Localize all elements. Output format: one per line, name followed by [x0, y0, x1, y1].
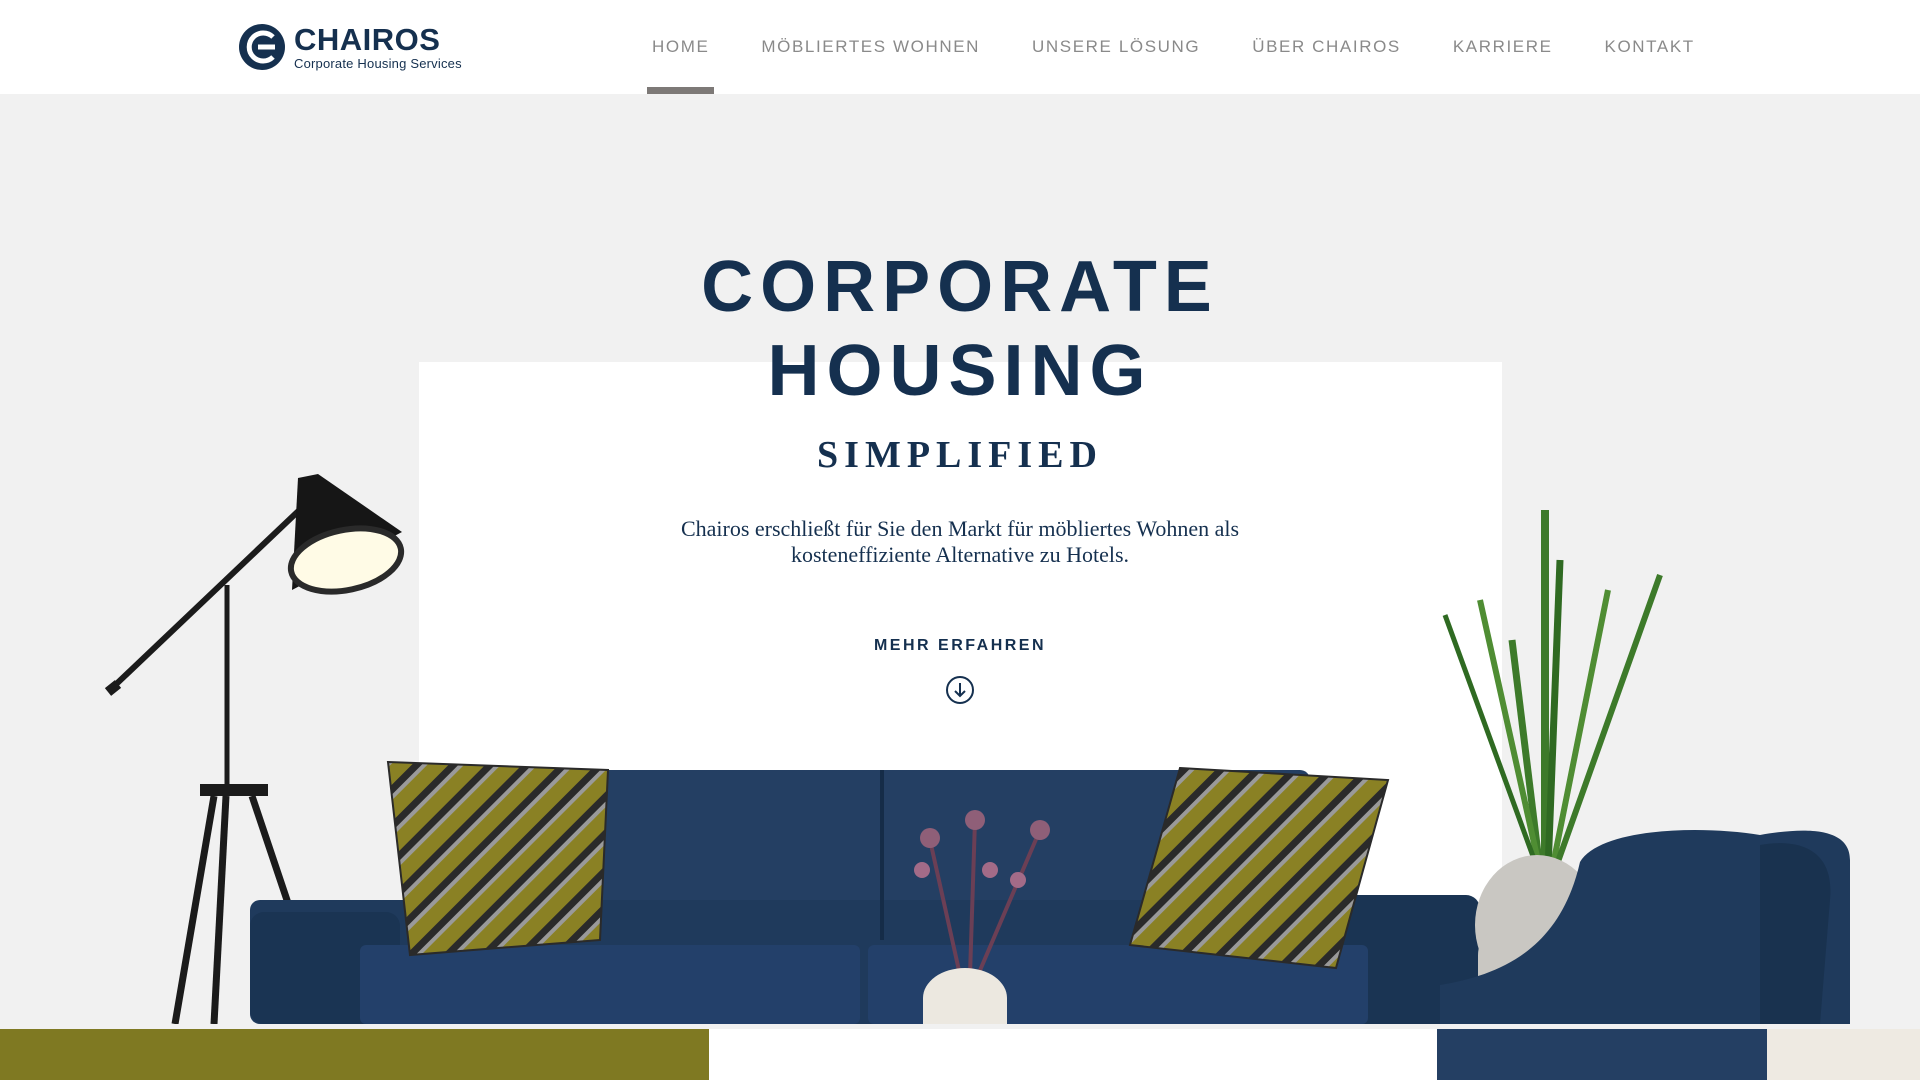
hero-title-line1: CORPORATE [701, 247, 1219, 327]
brand-logo[interactable]: CHAIROS Corporate Housing Services [238, 22, 462, 72]
cta-block: MEHR ERFAHREN [0, 637, 1920, 704]
site-header: CHAIROS Corporate Housing Services HOME … [0, 0, 1920, 94]
nav-item-kontakt[interactable]: KONTAKT [1603, 0, 1697, 94]
feature-tile-navy [1437, 1029, 1920, 1080]
hero-description: Chairos erschließt für Sie den Markt für… [680, 516, 1240, 567]
hero-title-line2: HOUSING [767, 331, 1153, 411]
feature-tile-image [1437, 1029, 1920, 1080]
main-nav: HOME MÖBLIERTES WOHNEN UNSERE LÖSUNG ÜBE… [646, 0, 1745, 94]
brand-tagline: Corporate Housing Services [294, 56, 462, 71]
arrow-down-circle-icon[interactable] [945, 675, 975, 705]
mehr-erfahren-link[interactable]: MEHR ERFAHREN [874, 637, 1046, 655]
nav-item-home[interactable]: HOME [646, 0, 715, 94]
hero-subtitle: SIMPLIFIED [817, 434, 1103, 476]
brand-name: CHAIROS [294, 22, 441, 57]
feature-tile-white [709, 1029, 1437, 1080]
floor-lamp-icon [104, 474, 405, 1024]
feature-tile-olive [0, 1029, 709, 1080]
nav-item-ueber-chairos[interactable]: ÜBER CHAIROS [1250, 0, 1403, 94]
hero-title: CORPORATE HOUSING [0, 245, 1920, 413]
nav-item-karriere[interactable]: KARRIERE [1451, 0, 1555, 94]
nav-item-unsere-loesung[interactable]: UNSERE LÖSUNG [1030, 0, 1202, 94]
nav-item-moebliertes-wohnen[interactable]: MÖBLIERTES WOHNEN [759, 0, 982, 94]
chairos-logo-icon [239, 24, 285, 70]
